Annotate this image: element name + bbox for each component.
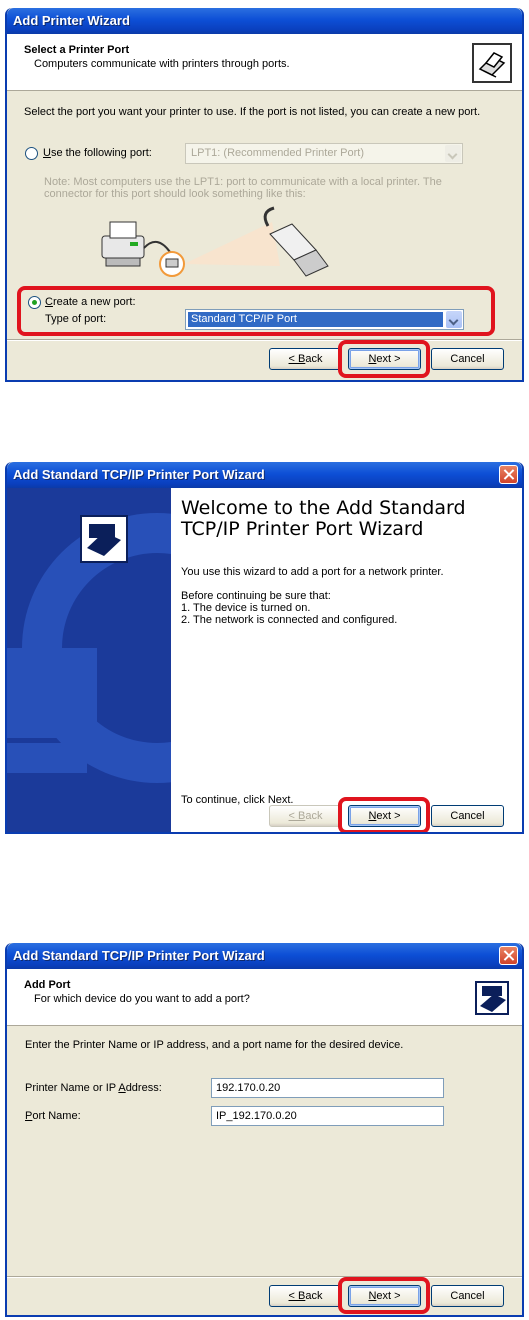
close-icon[interactable] (499, 946, 518, 965)
intro-text: Select the port you want your printer to… (24, 106, 481, 118)
checklist-item-1: 1. The device is turned on. (181, 602, 311, 614)
printer-icon (472, 978, 512, 1018)
port-type-select[interactable]: Standard TCP/IP Port (185, 309, 464, 330)
before-continuing-text: Before continuing be sure that: (181, 590, 331, 602)
checklist-item-2: 2. The network is connected and configur… (181, 614, 398, 626)
use-port-radio[interactable] (25, 147, 38, 160)
window-title: Add Standard TCP/IP Printer Port Wizard (7, 462, 522, 488)
printer-icon (472, 43, 512, 83)
dropdown-arrow-icon (445, 145, 461, 162)
welcome-heading: Welcome to the Add Standard TCP/IP Print… (181, 497, 466, 540)
note-text: Note: Most computers use the LPT1: port … (44, 176, 442, 200)
next-button[interactable]: Next > (348, 805, 421, 827)
wizard-header: Add Port For which device do you want to… (7, 969, 522, 1026)
cancel-button[interactable]: Cancel (431, 348, 504, 370)
sidebar-graphic (7, 488, 171, 788)
next-button[interactable]: Next > (348, 348, 421, 370)
cancel-button[interactable]: Cancel (431, 1285, 504, 1307)
footer-separator (7, 1276, 522, 1278)
cancel-button[interactable]: Cancel (431, 805, 504, 827)
header-subtitle: For which device do you want to add a po… (34, 993, 250, 1005)
add-printer-wizard-window: Add Printer Wizard Select a Printer Port… (5, 8, 524, 382)
port-select-value: LPT1: (Recommended Printer Port) (191, 147, 365, 159)
footer-separator (7, 339, 522, 341)
printer-name-label: Printer Name or IP Address: (25, 1082, 162, 1094)
header-title: Select a Printer Port (24, 44, 130, 56)
back-button[interactable]: < Back (269, 1285, 342, 1307)
type-of-port-label: Type of port: (45, 313, 107, 325)
wizard-header: Select a Printer Port Computers communic… (7, 34, 522, 91)
create-port-radio[interactable] (28, 296, 41, 309)
welcome-pane: Welcome to the Add Standard TCP/IP Print… (171, 488, 522, 832)
wizard-sidebar (7, 488, 171, 832)
tcpip-wizard-add-port-window: Add Standard TCP/IP Printer Port Wizard … (5, 943, 524, 1317)
printer-name-input[interactable]: 192.170.0.20 (211, 1078, 444, 1098)
use-port-label: Use the following port: (43, 147, 152, 159)
window-title-text: Add Standard TCP/IP Printer Port Wizard (13, 948, 265, 963)
intro-text: Enter the Printer Name or IP address, an… (25, 1039, 404, 1051)
create-port-label: Create a new port: (45, 296, 136, 308)
welcome-intro: You use this wizard to add a port for a … (181, 566, 444, 578)
window-title: Add Printer Wizard (7, 8, 522, 34)
header-subtitle: Computers communicate with printers thro… (34, 58, 290, 70)
printer-cable-illustration (101, 206, 329, 277)
back-button[interactable]: < Back (269, 805, 342, 827)
port-select[interactable]: LPT1: (Recommended Printer Port) (185, 143, 463, 164)
header-title: Add Port (24, 979, 71, 991)
tcpip-wizard-welcome-window: Add Standard TCP/IP Printer Port Wizard … (5, 462, 524, 834)
port-name-label: Port Name: (25, 1110, 81, 1122)
port-type-value: Standard TCP/IP Port (188, 312, 443, 327)
window-title: Add Standard TCP/IP Printer Port Wizard (7, 943, 522, 969)
next-button[interactable]: Next > (348, 1285, 421, 1307)
close-icon[interactable] (499, 465, 518, 484)
window-title-text: Add Standard TCP/IP Printer Port Wizard (13, 467, 265, 482)
dropdown-arrow-icon (446, 311, 462, 328)
port-name-input[interactable]: IP_192.170.0.20 (211, 1106, 444, 1126)
back-button[interactable]: < Back (269, 348, 342, 370)
